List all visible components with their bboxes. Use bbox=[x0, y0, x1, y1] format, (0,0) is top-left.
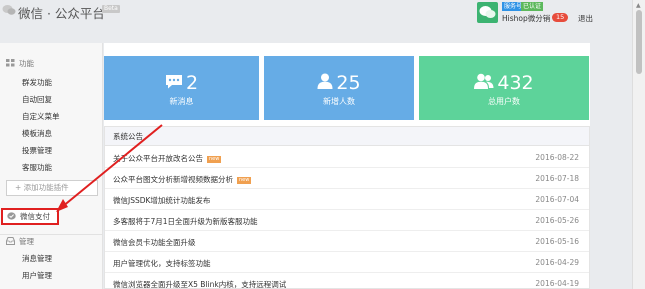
account-avatar[interactable] bbox=[477, 2, 498, 23]
sidebar-item-message-manage[interactable]: 消息管理 bbox=[22, 253, 52, 264]
announcement-date: 2016-07-18 bbox=[535, 174, 579, 183]
new-messages-count: 2 bbox=[185, 72, 199, 94]
function-section-title: 功能 bbox=[19, 59, 34, 68]
sidebar-item-mass-send[interactable]: 群发功能 bbox=[22, 77, 52, 88]
new-badge: new bbox=[237, 177, 252, 184]
announcement-date: 2016-05-26 bbox=[535, 216, 579, 225]
stat-new-followers[interactable]: 25 新增人数 bbox=[264, 56, 414, 120]
logout-link[interactable]: 退出 bbox=[578, 13, 593, 24]
user-icon bbox=[317, 73, 333, 89]
announcement-date: 2016-07-04 bbox=[535, 195, 579, 204]
announcement-link[interactable]: 微信JSSDK增加统计功能发布 bbox=[113, 195, 210, 206]
main-content: 2 新消息 25 新增人数 432 总用户数 系统公告 关于公众平台开放改名公告… bbox=[104, 43, 590, 289]
scroll-thumb[interactable] bbox=[636, 10, 642, 74]
new-badge: new bbox=[207, 156, 222, 163]
announcement-title: 系统公告 bbox=[105, 127, 589, 146]
manage-section-title: 管理 bbox=[19, 237, 34, 246]
announcement-link[interactable]: 微信会员卡功能全面升级 bbox=[113, 237, 196, 248]
grid-icon bbox=[6, 59, 15, 67]
announcement-panel: 系统公告 关于公众平台开放改名公告 new 2016-08-22 公众平台图文分析… bbox=[104, 126, 590, 289]
message-icon bbox=[165, 75, 182, 89]
wechat-pay-label: 微信支付 bbox=[20, 212, 50, 221]
announcement-link[interactable]: 关于公众平台开放改名公告 bbox=[113, 154, 203, 163]
announcement-row[interactable]: 公众平台图文分析新增视频数据分析 new 2016-07-18 bbox=[105, 168, 589, 189]
top-header: 微信 · 公众平台 Beta 服务号 已认证 Hishop微分销 15 退出 bbox=[0, 0, 632, 30]
sidebar-item-user-manage[interactable]: 用户管理 bbox=[22, 270, 52, 281]
announcement-date: 2016-08-22 bbox=[535, 153, 579, 162]
announcement-date: 2016-04-29 bbox=[535, 258, 579, 267]
announcement-date: 2016-05-16 bbox=[535, 237, 579, 246]
sidebar-item-vote-manage[interactable]: 投票管理 bbox=[22, 145, 52, 156]
inbox-icon bbox=[6, 237, 15, 245]
new-followers-count: 25 bbox=[336, 72, 361, 94]
beta-badge: Beta bbox=[102, 5, 120, 13]
sidebar-item-customer-service[interactable]: 客服功能 bbox=[22, 162, 52, 173]
announcement-row[interactable]: 微信会员卡功能全面升级 2016-05-16 bbox=[105, 231, 589, 252]
announcement-link[interactable]: 多客服将于7月1日全面升级为新版客服功能 bbox=[113, 216, 258, 227]
sidebar: 功能 群发功能 自动回复 自定义菜单 模板消息 投票管理 客服功能 + 添加功能… bbox=[0, 43, 103, 289]
announcement-date: 2016-04-19 bbox=[535, 279, 579, 288]
sidebar-item-wechat-pay[interactable]: 微信支付 bbox=[1, 208, 59, 225]
announcement-link[interactable]: 微信浏览器全面升级至X5 Blink内核，支持远程调试 bbox=[113, 279, 286, 289]
wechat-pay-icon bbox=[7, 212, 16, 220]
wechat-logo-icon bbox=[2, 5, 16, 15]
announcement-row[interactable]: 微信浏览器全面升级至X5 Blink内核，支持远程调试 2016-04-19 bbox=[105, 273, 589, 289]
stat-new-messages[interactable]: 2 新消息 bbox=[104, 56, 259, 120]
wechat-icon bbox=[479, 6, 496, 18]
total-users-label: 总用户数 bbox=[488, 97, 520, 106]
new-followers-label: 新增人数 bbox=[323, 97, 355, 106]
account-name[interactable]: Hishop微分销 bbox=[502, 13, 550, 24]
function-section-header: 功能 bbox=[6, 58, 34, 69]
sidebar-item-custom-menu[interactable]: 自定义菜单 bbox=[22, 111, 60, 122]
page-scrollbar[interactable]: ▲ bbox=[632, 0, 645, 289]
manage-section-header: 管理 bbox=[6, 236, 34, 247]
sidebar-item-template-message[interactable]: 模板消息 bbox=[22, 128, 52, 139]
users-icon bbox=[474, 73, 494, 89]
announcement-row[interactable]: 关于公众平台开放改名公告 new 2016-08-22 bbox=[105, 147, 589, 168]
announcement-row[interactable]: 多客服将于7月1日全面升级为新版客服功能 2016-05-26 bbox=[105, 210, 589, 231]
brand-title[interactable]: 微信 · 公众平台 bbox=[18, 3, 105, 22]
sidebar-item-auto-reply[interactable]: 自动回复 bbox=[22, 94, 52, 105]
verified-tag: 已认证 bbox=[521, 2, 544, 11]
add-plugin-button[interactable]: + 添加功能插件 bbox=[6, 180, 98, 196]
notification-badge[interactable]: 15 bbox=[552, 13, 569, 22]
announcement-row[interactable]: 用户管理优化，支持标签功能 2016-04-29 bbox=[105, 252, 589, 273]
stat-total-users[interactable]: 432 总用户数 bbox=[419, 56, 589, 120]
announcement-link[interactable]: 用户管理优化，支持标签功能 bbox=[113, 258, 211, 269]
new-messages-label: 新消息 bbox=[169, 97, 194, 106]
sidebar-divider bbox=[0, 234, 103, 235]
total-users-count: 432 bbox=[497, 72, 534, 94]
scroll-up-icon[interactable]: ▲ bbox=[636, 2, 641, 9]
announcement-row[interactable]: 微信JSSDK增加统计功能发布 2016-07-04 bbox=[105, 189, 589, 210]
announcement-link[interactable]: 公众平台图文分析新增视频数据分析 bbox=[113, 175, 233, 184]
